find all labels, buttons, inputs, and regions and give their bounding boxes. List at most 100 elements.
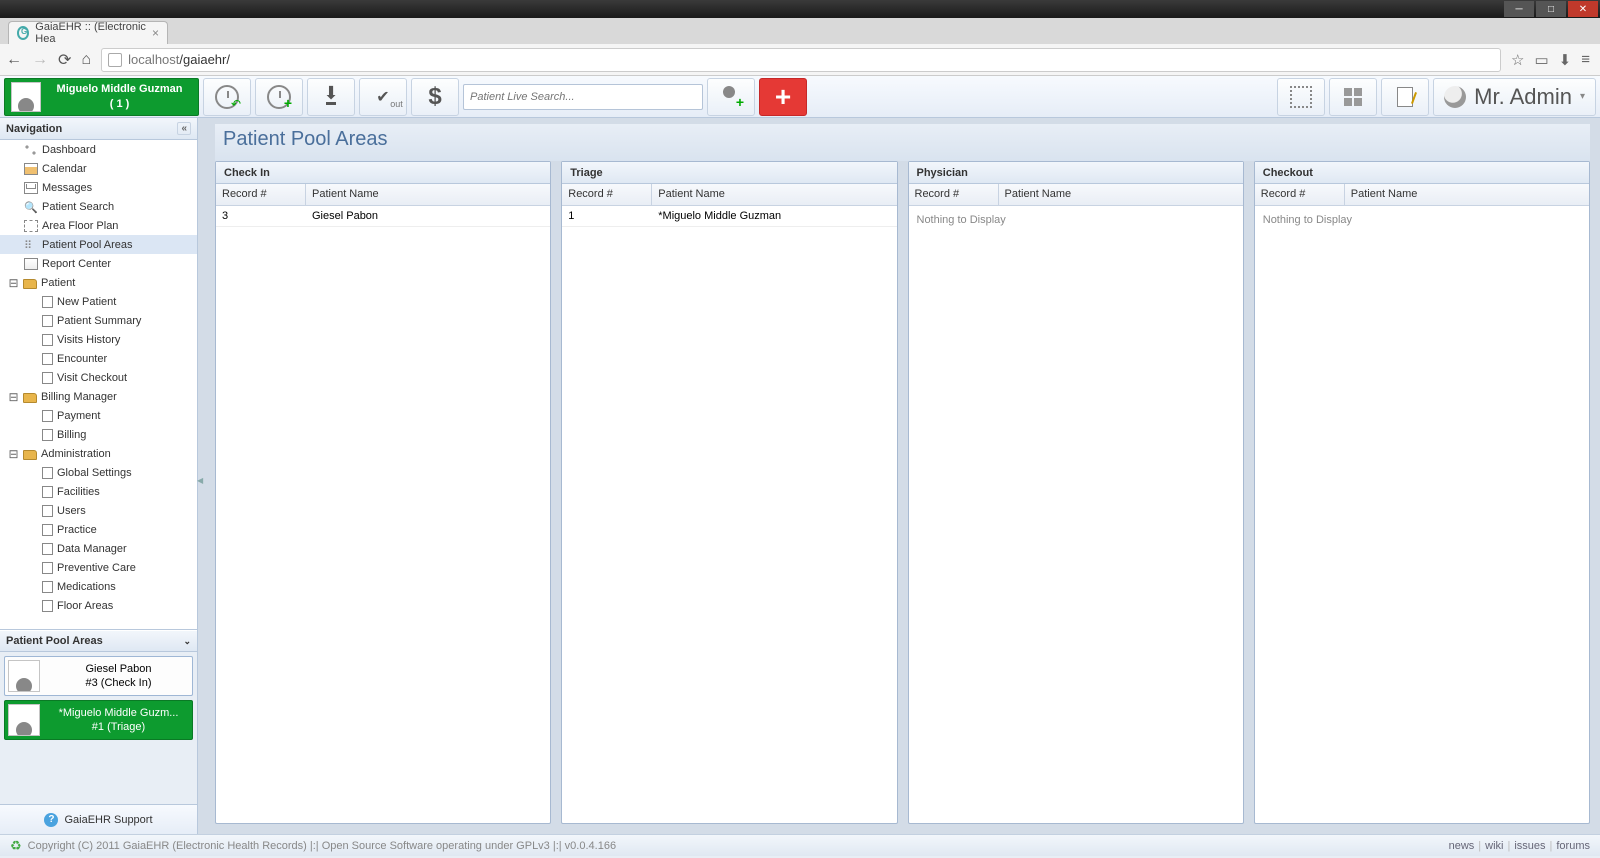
back-icon[interactable]: ← bbox=[6, 51, 22, 69]
column-header[interactable]: Patient Name bbox=[999, 184, 1243, 205]
pool-card-sub: #1 (Triage) bbox=[48, 720, 189, 734]
avatar-icon bbox=[8, 660, 40, 692]
splitter[interactable] bbox=[198, 118, 205, 834]
support-button[interactable]: ? GaiaEHR Support bbox=[0, 804, 197, 834]
page-title: Patient Pool Areas bbox=[215, 124, 1590, 161]
nav-facilities[interactable]: Facilities bbox=[0, 482, 197, 501]
url-host: localhost bbox=[128, 52, 179, 67]
nav-report-center[interactable]: Report Center bbox=[0, 254, 197, 273]
nav-visits-history[interactable]: Visits History bbox=[0, 330, 197, 349]
expander-icon[interactable]: ⊟ bbox=[8, 277, 19, 288]
nav-payment[interactable]: Payment bbox=[0, 406, 197, 425]
column-header[interactable]: Record # bbox=[562, 184, 652, 205]
empty-message: Nothing to Display bbox=[909, 206, 1243, 234]
active-patient-badge[interactable]: Miguelo Middle Guzman ( 1 ) bbox=[4, 78, 199, 116]
url-input[interactable]: localhost/gaiaehr/ bbox=[101, 48, 1501, 72]
nav-patient-search[interactable]: 🔍Patient Search bbox=[0, 197, 197, 216]
footer-link-issues[interactable]: issues bbox=[1514, 840, 1545, 852]
column-header[interactable]: Patient Name bbox=[306, 184, 550, 205]
nav-billing-manager[interactable]: ⊟Billing Manager bbox=[0, 387, 197, 406]
nav-calendar[interactable]: Calendar bbox=[0, 159, 197, 178]
folder-icon bbox=[23, 279, 37, 289]
cell-record: 1 bbox=[562, 206, 652, 226]
nav-patient[interactable]: ⊟Patient bbox=[0, 273, 197, 292]
nav-encounter[interactable]: Encounter bbox=[0, 349, 197, 368]
download-button[interactable]: ⬇ bbox=[307, 78, 355, 116]
nav-practice[interactable]: Practice bbox=[0, 520, 197, 539]
nav-tree: Dashboard Calendar Messages 🔍Patient Sea… bbox=[0, 140, 197, 630]
notes-button[interactable] bbox=[1381, 78, 1429, 116]
new-encounter-button[interactable] bbox=[255, 78, 303, 116]
grid-body: 1*Miguelo Middle Guzman bbox=[562, 206, 896, 823]
pool-card-name: *Miguelo Middle Guzm... bbox=[48, 706, 189, 720]
active-patient-text: Miguelo Middle Guzman ( 1 ) bbox=[47, 82, 192, 111]
url-path: /gaiaehr/ bbox=[179, 52, 230, 67]
column-header[interactable]: Record # bbox=[909, 184, 999, 205]
checkout-button[interactable]: ✔ bbox=[359, 78, 407, 116]
nav-new-patient[interactable]: New Patient bbox=[0, 292, 197, 311]
nav-messages[interactable]: Messages bbox=[0, 178, 197, 197]
pool-card[interactable]: *Miguelo Middle Guzm... #1 (Triage) bbox=[4, 700, 193, 740]
folder-icon bbox=[23, 393, 37, 403]
footer-link-news[interactable]: news bbox=[1449, 840, 1475, 852]
collapse-sidebar-icon[interactable]: « bbox=[177, 122, 191, 135]
window-maximize-button[interactable]: □ bbox=[1536, 1, 1566, 17]
history-back-button[interactable] bbox=[203, 78, 251, 116]
window-close-button[interactable]: ✕ bbox=[1568, 1, 1598, 17]
tablet-icon[interactable]: ▭ bbox=[1534, 51, 1548, 69]
nav-dashboard[interactable]: Dashboard bbox=[0, 140, 197, 159]
expander-icon[interactable]: ⊟ bbox=[8, 448, 19, 459]
page-icon bbox=[42, 353, 53, 365]
footer-link-forums[interactable]: forums bbox=[1556, 840, 1590, 852]
nav-medications[interactable]: Medications bbox=[0, 577, 197, 596]
nav-preventive-care[interactable]: Preventive Care bbox=[0, 558, 197, 577]
browser-tab[interactable]: GaiaEHR :: (Electronic Hea × bbox=[8, 21, 168, 44]
nav-floor-areas[interactable]: Floor Areas bbox=[0, 596, 197, 615]
messages-icon bbox=[24, 182, 38, 194]
home-icon[interactable]: ⌂ bbox=[81, 51, 91, 69]
grid-header: Record #Patient Name bbox=[216, 184, 550, 206]
footer: ♻ Copyright (C) 2011 GaiaEHR (Electronic… bbox=[0, 834, 1600, 856]
menu-icon[interactable]: ≡ bbox=[1581, 51, 1590, 68]
nav-users[interactable]: Users bbox=[0, 501, 197, 520]
extension-icon[interactable]: ⬇ bbox=[1559, 51, 1572, 69]
nav-area-floor-plan[interactable]: Area Floor Plan bbox=[0, 216, 197, 235]
pool-card[interactable]: Giesel Pabon #3 (Check In) bbox=[4, 656, 193, 696]
emergency-button[interactable]: + bbox=[759, 78, 807, 116]
floor-plan-button[interactable] bbox=[1277, 78, 1325, 116]
column-header[interactable]: Record # bbox=[216, 184, 306, 205]
window-titlebar: ─ □ ✕ bbox=[0, 0, 1600, 18]
nav-patient-pool-areas[interactable]: Patient Pool Areas bbox=[0, 235, 197, 254]
table-row[interactable]: 1*Miguelo Middle Guzman bbox=[562, 206, 896, 227]
nav-visit-checkout[interactable]: Visit Checkout bbox=[0, 368, 197, 387]
pool-areas-button[interactable] bbox=[1329, 78, 1377, 116]
column-header[interactable]: Patient Name bbox=[652, 184, 896, 205]
page-icon bbox=[42, 600, 53, 612]
tab-close-icon[interactable]: × bbox=[152, 26, 159, 40]
footer-link-wiki[interactable]: wiki bbox=[1485, 840, 1503, 852]
nav-global-settings[interactable]: Global Settings bbox=[0, 463, 197, 482]
chevron-down-icon[interactable]: ⌄ bbox=[183, 636, 191, 647]
reload-icon[interactable]: ⟳ bbox=[58, 50, 71, 70]
add-patient-button[interactable] bbox=[707, 78, 755, 116]
patient-search-input[interactable] bbox=[463, 84, 703, 110]
nav-billing[interactable]: Billing bbox=[0, 425, 197, 444]
check-out-icon: ✔ bbox=[376, 87, 389, 107]
favicon-icon bbox=[17, 26, 29, 40]
forward-icon[interactable]: → bbox=[32, 51, 48, 69]
grid-header: Record #Patient Name bbox=[1255, 184, 1589, 206]
table-row[interactable]: 3Giesel Pabon bbox=[216, 206, 550, 227]
column-header[interactable]: Record # bbox=[1255, 184, 1345, 205]
expander-icon[interactable]: ⊟ bbox=[8, 391, 19, 402]
window-minimize-button[interactable]: ─ bbox=[1504, 1, 1534, 17]
user-menu-button[interactable]: Mr. Admin ▾ bbox=[1433, 78, 1596, 116]
page-icon bbox=[42, 467, 53, 479]
nav-patient-summary[interactable]: Patient Summary bbox=[0, 311, 197, 330]
panel-triage: TriageRecord #Patient Name1*Miguelo Midd… bbox=[561, 161, 897, 824]
bookmark-star-icon[interactable]: ☆ bbox=[1511, 51, 1524, 69]
support-label: GaiaEHR Support bbox=[64, 814, 152, 826]
column-header[interactable]: Patient Name bbox=[1345, 184, 1589, 205]
payment-button[interactable]: $ bbox=[411, 78, 459, 116]
nav-administration[interactable]: ⊟Administration bbox=[0, 444, 197, 463]
nav-data-manager[interactable]: Data Manager bbox=[0, 539, 197, 558]
